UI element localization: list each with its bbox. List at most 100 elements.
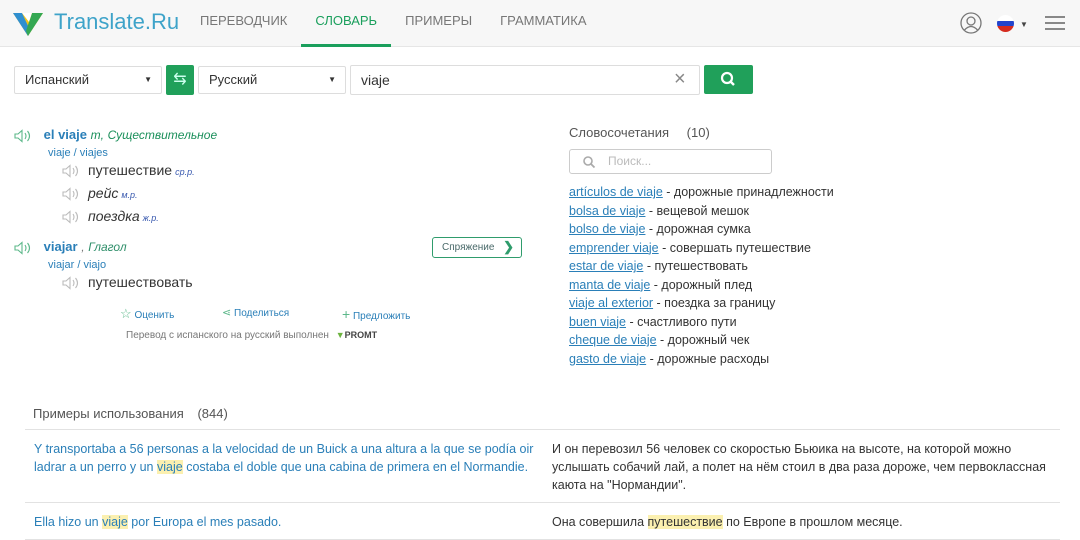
collocation-translation: - поездка за границу <box>653 296 776 310</box>
suggest-label: Предложить <box>352 311 411 322</box>
plus-icon: + <box>342 306 351 322</box>
example-highlight: viaje <box>102 515 128 529</box>
source-language-select[interactable]: Испанский ▼ <box>14 66 162 94</box>
example-source-text: Ella hizo un <box>34 515 103 529</box>
collocations-count: (10) <box>686 125 710 140</box>
entry-word: viajar <box>43 239 78 254</box>
translation-text[interactable]: поездка <box>88 208 140 224</box>
translate-ru-logo-icon[interactable] <box>10 4 46 40</box>
example-highlight: путешествие <box>647 515 723 529</box>
search-button[interactable] <box>704 65 753 94</box>
menu-icon[interactable] <box>1045 16 1065 30</box>
translation-item: путешествовать <box>62 274 193 291</box>
example-source-text: por Europa el mes pasado. <box>127 515 282 529</box>
collocation-translation: - дорожная сумка <box>645 222 751 236</box>
collocation-item: gasto de viaje - дорожные расходы <box>569 350 834 369</box>
collocation-translation: - совершать путешествие <box>658 240 811 255</box>
collocation-link[interactable]: estar de viaje <box>569 259 643 273</box>
collocation-item: emprender viaje - совершать путешествие <box>569 239 834 258</box>
speaker-icon[interactable] <box>14 240 32 255</box>
example-source-text: costaba el doble que una cabina de prime… <box>182 460 529 474</box>
top-bar: Translate.Ru ПЕРЕВОДЧИК СЛОВАРЬ ПРИМЕРЫ … <box>0 0 1080 47</box>
collocation-link[interactable]: bolsa de viaje <box>569 204 645 218</box>
translation-item: путешествие ср.р. <box>62 162 195 179</box>
translation-text[interactable]: путешествие <box>88 162 172 178</box>
speaker-icon[interactable] <box>62 164 80 179</box>
translation-text[interactable]: путешествовать <box>88 274 193 290</box>
nav-tab-grammar[interactable]: ГРАММАТИКА <box>486 0 600 47</box>
collocation-link[interactable]: buen viaje <box>569 315 626 329</box>
language-caret-icon[interactable]: ▼ <box>1020 20 1028 29</box>
example-source[interactable]: Ella hizo un viaje por Europa el mes pas… <box>25 503 543 539</box>
entry-forms[interactable]: viaje / viajes <box>48 147 108 159</box>
swap-languages-button[interactable]: ⇆ <box>166 65 194 95</box>
nav-tab-examples[interactable]: ПРИМЕРЫ <box>391 0 486 47</box>
user-icon[interactable] <box>960 12 982 34</box>
speaker-icon[interactable] <box>62 276 80 291</box>
collocation-item: bolso de viaje - дорожная сумка <box>569 220 834 239</box>
brand-name[interactable]: Translate.Ru <box>54 9 179 35</box>
example-translation-text: И он перевозил 56 человек со скоростью Б… <box>552 442 1046 492</box>
rate-button[interactable]: ☆ Оценить <box>120 306 174 322</box>
speaker-icon[interactable] <box>62 187 80 202</box>
translation-gender: ср.р. <box>175 167 195 177</box>
swap-arrows-icon: ⇆ <box>173 71 187 88</box>
example-translation-text: по Европе в прошлом месяце. <box>722 515 903 529</box>
collocation-link[interactable]: emprender viaje <box>569 241 659 255</box>
translation-item: рейс м.р. <box>62 185 138 202</box>
close-icon[interactable]: × <box>674 69 686 89</box>
promt-logo[interactable]: ▼PROMT <box>336 330 377 340</box>
source-language-value: Испанский <box>25 72 90 87</box>
example-translation[interactable]: Она совершила путешествие по Европе в пр… <box>543 503 1060 539</box>
collocations-title-text: Словосочетания <box>569 125 670 140</box>
chevron-down-icon: ▼ <box>328 75 336 84</box>
flag-ru-icon[interactable] <box>997 15 1014 32</box>
share-button[interactable]: ⋖ Поделиться <box>222 306 289 319</box>
chevron-down-icon: ▼ <box>144 75 152 84</box>
speaker-icon[interactable] <box>62 210 80 225</box>
speaker-icon[interactable] <box>14 128 32 143</box>
collocation-link[interactable]: cheque de viaje <box>569 333 657 347</box>
collocation-link[interactable]: artículos de viaje <box>569 185 663 199</box>
conjugation-label: Спряжение <box>442 242 495 253</box>
entry-header: viajar , Глагол <box>14 239 127 255</box>
collocations-list: artículos de viaje - дорожные принадлежн… <box>569 183 834 368</box>
example-translation[interactable]: И он перевозил 56 человек со скоростью Б… <box>543 430 1060 502</box>
share-icon: ⋖ <box>222 307 232 319</box>
entry-forms[interactable]: viajar / viajo <box>48 259 106 271</box>
search-input[interactable]: viaje <box>350 65 700 95</box>
promt-credit: Перевод с испанского на русский выполнен… <box>126 330 377 341</box>
collocation-item: bolsa de viaje - вещевой мешок <box>569 202 834 221</box>
collocation-item: artículos de viaje - дорожные принадлежн… <box>569 183 834 202</box>
nav-tab-translator[interactable]: ПЕРЕВОДЧИК <box>186 0 301 47</box>
translation-gender: м.р. <box>121 190 138 200</box>
collocation-translation: - счастливого пути <box>626 314 737 329</box>
collocation-link[interactable]: gasto de viaje <box>569 352 646 366</box>
conjugation-button[interactable]: Спряжение ❯ <box>432 237 522 258</box>
example-source[interactable]: Y transportaba a 56 personas a la veloci… <box>25 430 543 502</box>
example-translation-text: Она совершила <box>552 515 648 529</box>
collocation-translation: - дорожный плед <box>650 277 753 292</box>
collocation-link[interactable]: viaje al exterior <box>569 296 653 310</box>
target-language-value: Русский <box>209 72 258 87</box>
collocation-link[interactable]: bolso de viaje <box>569 222 645 236</box>
nav-tab-dictionary[interactable]: СЛОВАРЬ <box>301 0 391 47</box>
search-icon <box>720 71 735 86</box>
promt-credit-text: Перевод с испанского на русский выполнен <box>126 330 329 341</box>
suggest-button[interactable]: + Предложить <box>342 306 410 322</box>
collocation-translation: - путешествовать <box>643 259 748 273</box>
collocation-link[interactable]: manta de viaje <box>569 278 650 292</box>
collocations-title: Словосочетания (10) <box>569 125 710 140</box>
main-nav: ПЕРЕВОДЧИК СЛОВАРЬ ПРИМЕРЫ ГРАММАТИКА <box>186 0 601 47</box>
entry-gender: , <box>81 240 85 254</box>
example-row: Ella hizo un viaje por Europa el mes pas… <box>25 503 1060 540</box>
translation-item: поездка ж.р. <box>62 208 159 225</box>
target-language-select[interactable]: Русский ▼ <box>198 66 346 94</box>
collocation-item: buen viaje - счастливого пути <box>569 313 834 332</box>
collocations-search-input[interactable]: Поиск... <box>569 149 772 174</box>
search-icon <box>583 156 596 169</box>
chevron-right-icon: ❯ <box>503 239 514 254</box>
collocation-item: manta de viaje - дорожный плед <box>569 276 834 295</box>
rate-label: Оценить <box>134 310 175 321</box>
translation-text[interactable]: рейс <box>88 185 118 201</box>
